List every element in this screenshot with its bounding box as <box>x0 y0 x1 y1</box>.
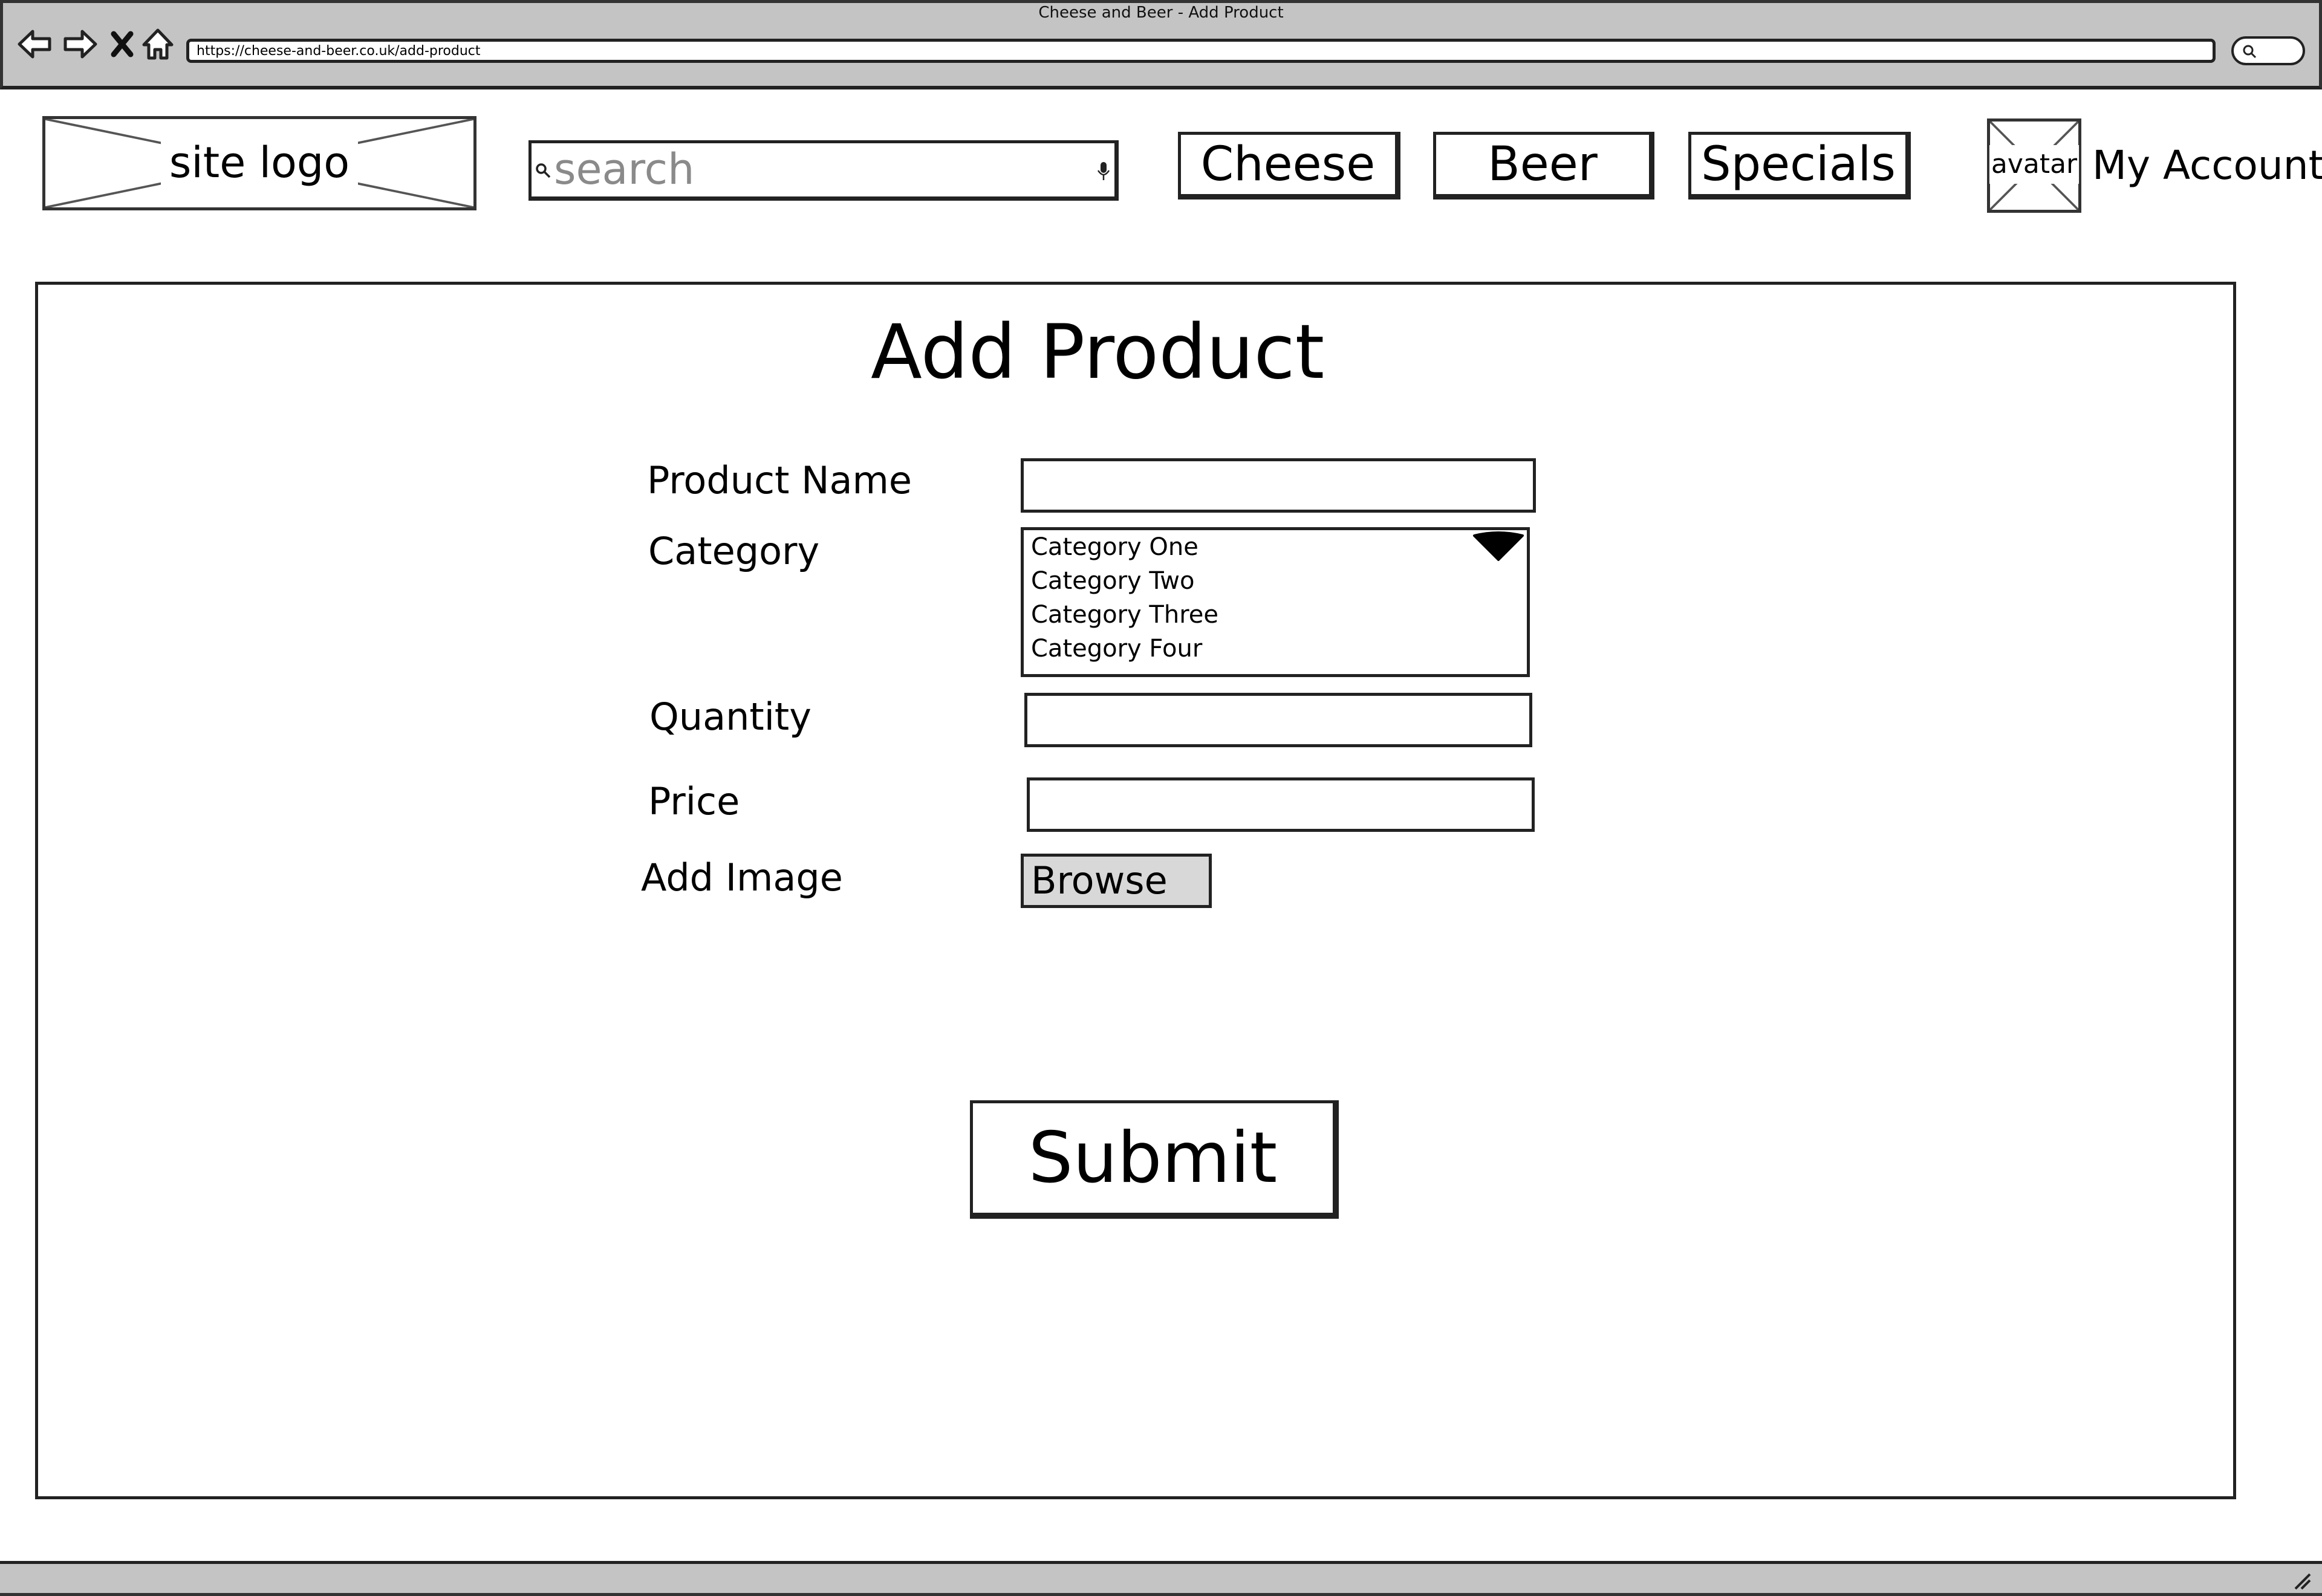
product-name-input[interactable] <box>1024 461 1533 510</box>
chevron-down-icon[interactable] <box>1472 531 1525 562</box>
avatar-label: avatar <box>1989 145 2079 184</box>
nav-specials-button[interactable]: Specials <box>1688 132 1911 199</box>
category-select[interactable]: Category One Category Two Category Three… <box>1021 527 1530 677</box>
resize-grip-icon[interactable] <box>2292 1571 2312 1591</box>
search-input[interactable] <box>554 143 1086 196</box>
product-name-field[interactable] <box>1021 458 1536 513</box>
category-option[interactable]: Category One <box>1031 530 1198 564</box>
home-icon[interactable] <box>140 27 175 62</box>
product-name-label: Product Name <box>647 458 912 502</box>
quantity-field[interactable] <box>1024 693 1532 747</box>
back-arrow-icon[interactable] <box>17 27 52 62</box>
price-label: Price <box>648 779 740 823</box>
status-bar <box>0 1561 2322 1596</box>
microphone-icon[interactable] <box>1096 161 1111 181</box>
nav-beer-button[interactable]: Beer <box>1433 132 1654 199</box>
page-title: Add Product <box>871 309 1325 396</box>
add-image-label: Add Image <box>641 855 843 900</box>
submit-button[interactable]: Submit <box>970 1100 1339 1219</box>
quantity-input[interactable] <box>1027 696 1529 744</box>
category-option[interactable]: Category Four <box>1031 632 1202 666</box>
search-icon <box>2243 45 2257 59</box>
window-title: Cheese and Beer - Add Product <box>1038 4 1284 22</box>
category-label: Category <box>648 529 820 573</box>
browser-search-field[interactable] <box>2231 36 2305 65</box>
browse-button[interactable]: Browse <box>1021 854 1212 908</box>
category-option[interactable]: Category Two <box>1031 564 1194 598</box>
search-icon <box>536 163 551 178</box>
category-option[interactable]: Category Three <box>1031 598 1218 632</box>
quantity-label: Quantity <box>649 695 811 739</box>
site-logo-label: site logo <box>161 134 358 191</box>
price-field[interactable] <box>1027 777 1535 832</box>
forward-arrow-icon[interactable] <box>63 27 98 62</box>
price-input[interactable] <box>1030 780 1532 829</box>
nav-cheese-button[interactable]: Cheese <box>1178 132 1400 199</box>
address-bar[interactable]: https://cheese-and-beer.co.uk/add-produc… <box>186 39 2216 63</box>
my-account-link[interactable]: My Account <box>2092 138 2322 193</box>
close-x-icon[interactable] <box>109 27 135 62</box>
